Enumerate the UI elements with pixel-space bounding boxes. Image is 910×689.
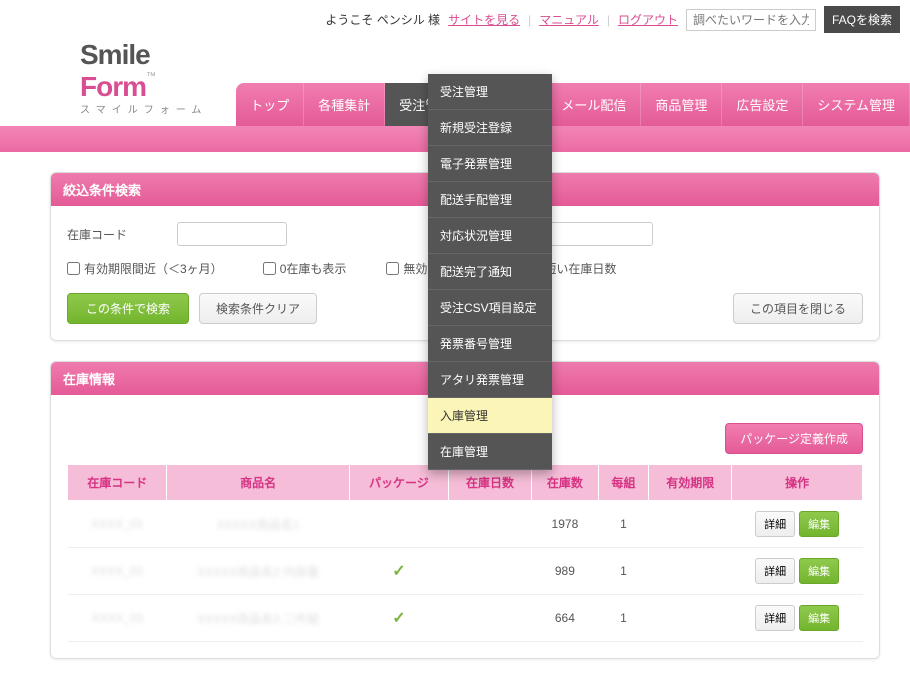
- welcome-text: ようこそ ペンシル 様: [325, 11, 440, 28]
- dropdown-item-0[interactable]: 受注管理: [428, 74, 552, 110]
- dropdown-item-10[interactable]: 在庫管理: [428, 434, 552, 470]
- cell: XXXXX商品名1: [167, 501, 349, 548]
- col-0: 在庫コード: [68, 465, 167, 501]
- dropdown-item-3[interactable]: 配送手配管理: [428, 182, 552, 218]
- cell: [649, 548, 732, 595]
- checkbox-2[interactable]: [386, 262, 399, 275]
- dropdown-item-2[interactable]: 電子発票管理: [428, 146, 552, 182]
- stock-table: 在庫コード商品名パッケージ在庫日数在庫数每組有効期限操作 XXXX_01XXXX…: [67, 464, 863, 642]
- table-row: XXXX_01XXXXX商品名1 19781 詳細編集: [68, 501, 863, 548]
- col-5: 每組: [598, 465, 648, 501]
- main-nav: トップ各種集計受注管理顧客管理メール配信商品管理広告設定システム管理: [236, 83, 910, 126]
- close-panel-button[interactable]: この項目を閉じる: [733, 293, 863, 324]
- dropdown-item-6[interactable]: 受注CSV項目設定: [428, 290, 552, 326]
- detail-button[interactable]: 詳細: [755, 511, 795, 537]
- cell: XXXXX商品名2 内容量: [167, 548, 349, 595]
- cell: ✓: [349, 595, 448, 642]
- nav-item-5[interactable]: 商品管理: [641, 83, 722, 126]
- separator: |: [607, 13, 610, 27]
- dropdown-item-1[interactable]: 新規受注登録: [428, 110, 552, 146]
- table-row: XXXX_02XXXXX商品名2 内容量 ✓ 9891 詳細編集: [68, 548, 863, 595]
- col-6: 有効期限: [649, 465, 732, 501]
- cell: 1: [598, 548, 648, 595]
- logout-link[interactable]: ログアウト: [618, 11, 678, 28]
- cell: [349, 501, 448, 548]
- cell-actions: 詳細編集: [732, 595, 863, 642]
- cell: XXXX_02: [68, 548, 167, 595]
- nav-item-6[interactable]: 広告設定: [722, 83, 803, 126]
- view-site-link[interactable]: サイトを見る: [448, 11, 520, 28]
- nav-item-4[interactable]: メール配信: [547, 83, 641, 126]
- cell: XXXX_01: [68, 501, 167, 548]
- check-icon: ✓: [392, 563, 405, 580]
- check-0[interactable]: 有効期限間近（＜3ヶ月）: [67, 260, 223, 277]
- checkbox-1[interactable]: [263, 262, 276, 275]
- edit-button[interactable]: 編集: [799, 605, 839, 631]
- col-1: 商品名: [167, 465, 349, 501]
- code-input[interactable]: [177, 222, 287, 246]
- cell: XXXXX商品名3 二件組: [167, 595, 349, 642]
- dropdown-item-5[interactable]: 配送完了通知: [428, 254, 552, 290]
- nav-item-0[interactable]: トップ: [236, 83, 304, 126]
- nav-item-1[interactable]: 各種集計: [304, 83, 385, 126]
- cell: [649, 501, 732, 548]
- create-package-button[interactable]: パッケージ定義作成: [725, 423, 863, 454]
- cell: 1: [598, 501, 648, 548]
- name-input[interactable]: [543, 222, 653, 246]
- cell: 1978: [532, 501, 599, 548]
- table-row: XXXX_03XXXXX商品名3 二件組 ✓ 6641 詳細編集: [68, 595, 863, 642]
- edit-button[interactable]: 編集: [799, 558, 839, 584]
- dropdown-item-4[interactable]: 対応状況管理: [428, 218, 552, 254]
- faq-search-button[interactable]: FAQを検索: [824, 6, 900, 33]
- cell: 989: [532, 548, 599, 595]
- dropdown-item-7[interactable]: 発票番号管理: [428, 326, 552, 362]
- col-7: 操作: [732, 465, 863, 501]
- dropdown-item-9[interactable]: 入庫管理: [428, 398, 552, 434]
- cell: 1: [598, 595, 648, 642]
- order-dropdown: 受注管理新規受注登録電子発票管理配送手配管理対応状況管理配送完了通知受注CSV項…: [428, 74, 552, 470]
- code-label: 在庫コード: [67, 226, 127, 243]
- cell: [448, 501, 531, 548]
- detail-button[interactable]: 詳細: [755, 605, 795, 631]
- edit-button[interactable]: 編集: [799, 511, 839, 537]
- manual-link[interactable]: マニュアル: [539, 11, 599, 28]
- search-button[interactable]: この条件で検索: [67, 293, 189, 324]
- cell-actions: 詳細編集: [732, 501, 863, 548]
- separator: |: [528, 13, 531, 27]
- detail-button[interactable]: 詳細: [755, 558, 795, 584]
- cell: [448, 548, 531, 595]
- cell: 664: [532, 595, 599, 642]
- cell: [448, 595, 531, 642]
- dropdown-item-8[interactable]: アタリ発票管理: [428, 362, 552, 398]
- cell: [649, 595, 732, 642]
- nav-item-7[interactable]: システム管理: [803, 83, 910, 126]
- cell: ✓: [349, 548, 448, 595]
- cell: XXXX_03: [68, 595, 167, 642]
- faq-search-input[interactable]: [686, 9, 816, 31]
- logo: Smile Form™ スマイルフォーム: [0, 39, 226, 126]
- checkbox-0[interactable]: [67, 262, 80, 275]
- check-icon: ✓: [392, 610, 405, 627]
- cell-actions: 詳細編集: [732, 548, 863, 595]
- check-1[interactable]: 0在庫も表示: [263, 260, 347, 277]
- clear-button[interactable]: 検索条件クリア: [199, 293, 317, 324]
